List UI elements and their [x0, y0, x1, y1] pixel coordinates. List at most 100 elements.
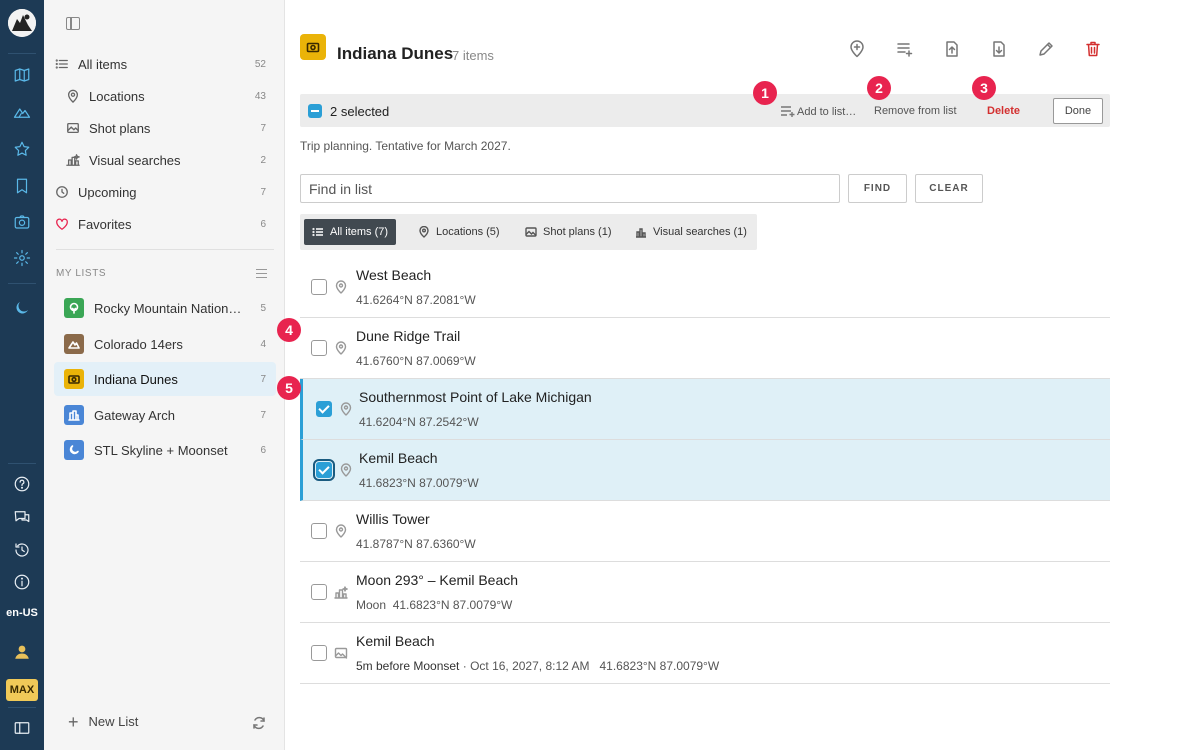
list-item-row[interactable]: Willis Tower 41.8787°N 87.6360°W — [300, 501, 1110, 562]
list-item-row[interactable]: Moon 293° – Kemil Beach Moon 41.6823°N 8… — [300, 562, 1110, 623]
item-count: 7 items — [452, 48, 494, 63]
tree-icon — [64, 298, 84, 318]
item-subtitle: 5m before Moonset · Oct 16, 2027, 8:12 A… — [356, 659, 719, 673]
tab-all-items[interactable]: All items (7) — [304, 219, 397, 245]
settings-gear-icon[interactable] — [10, 246, 34, 270]
item-name[interactable]: Kemil Beach — [356, 633, 435, 649]
sidebar-list-gateway-arch[interactable]: Gateway Arch 7 — [54, 398, 276, 432]
list-item-row[interactable]: Kemil Beach 5m before Moonset · Oct 16, … — [300, 623, 1110, 684]
callout-1: 1 — [753, 81, 777, 105]
callout-4: 4 — [277, 318, 301, 342]
list-item-row[interactable]: West Beach 41.6264°N 87.2081°W — [300, 257, 1110, 318]
sidebar-list-stl-skyline[interactable]: STL Skyline + Moonset 6 — [54, 433, 276, 467]
new-list-label: New List — [88, 714, 139, 729]
tab-visual-searches[interactable]: Visual searches (1) — [627, 219, 755, 245]
item-detail: · Oct 16, 2027, 8:12 AM — [462, 659, 590, 673]
row-checkbox[interactable] — [311, 279, 327, 295]
pin-icon — [334, 341, 348, 355]
item-coordinates: 41.6823°N 87.0079°W — [392, 598, 513, 612]
find-button[interactable]: FIND — [848, 174, 907, 203]
item-name[interactable]: Moon 293° – Kemil Beach — [356, 572, 518, 588]
sidebar-list-indiana-dunes[interactable]: Indiana Dunes 7 — [54, 362, 276, 396]
list-count: 6 — [260, 444, 266, 456]
edit-pencil-icon[interactable] — [1037, 40, 1055, 63]
profile-avatar[interactable] — [8, 9, 36, 37]
item-name[interactable]: Kemil Beach — [359, 450, 438, 466]
row-checkbox[interactable] — [311, 645, 327, 661]
star-icon[interactable] — [10, 137, 34, 161]
sidebar-item-favorites[interactable]: Favorites 6 — [54, 209, 276, 239]
sidebar-item-label: Favorites — [78, 216, 132, 232]
add-location-icon[interactable] — [848, 40, 866, 63]
tab-label: Locations (5) — [436, 226, 500, 238]
deselect-all-checkbox[interactable] — [308, 104, 322, 118]
page-title: Indiana Dunes — [337, 44, 454, 63]
map-icon[interactable] — [10, 63, 34, 87]
list-item-row-selected[interactable]: Kemil Beach 41.6823°N 87.0079°W — [300, 440, 1110, 501]
sidebar-item-label: Shot plans — [89, 120, 151, 136]
list-item-row[interactable]: Dune Ridge Trail 41.6760°N 87.0069°W — [300, 318, 1110, 379]
pin-icon — [334, 280, 348, 294]
callout-2: 2 — [867, 76, 891, 100]
row-checkbox-checked[interactable] — [316, 401, 332, 417]
sidebar-item-count: 2 — [260, 154, 266, 166]
mountains-icon[interactable] — [10, 100, 34, 124]
add-to-list-button[interactable]: Add to list… — [780, 105, 856, 118]
delete-button[interactable]: Delete — [987, 105, 1020, 117]
selection-count: 2 selected — [330, 104, 390, 119]
import-icon[interactable] — [990, 40, 1008, 63]
sidebar-item-all-items[interactable]: All items 52 — [54, 49, 276, 79]
moon-icon[interactable] — [10, 296, 34, 320]
sidebar-item-visual-searches[interactable]: Visual searches 2 — [65, 145, 276, 175]
history-icon[interactable] — [10, 538, 34, 562]
refresh-icon[interactable] — [252, 716, 266, 730]
camera-icon[interactable] — [10, 210, 34, 234]
export-icon[interactable] — [943, 40, 961, 63]
locale-label[interactable]: en-US — [0, 607, 44, 619]
item-name[interactable]: Willis Tower — [356, 511, 430, 527]
sidebar-list-colorado-14ers[interactable]: Colorado 14ers 4 — [54, 327, 276, 361]
sidebar-item-locations[interactable]: Locations 43 — [65, 81, 276, 111]
help-icon[interactable] — [10, 472, 34, 496]
add-to-list-icon[interactable] — [896, 40, 914, 63]
remove-from-list-button[interactable]: Remove from list — [874, 105, 957, 117]
sidebar-list-rocky-mountain[interactable]: Rocky Mountain National Park 5 — [54, 291, 276, 325]
clear-button[interactable]: CLEAR — [915, 174, 983, 203]
chat-icon[interactable] — [10, 505, 34, 529]
add-to-list-label: Add to list… — [797, 106, 857, 118]
plan-badge: MAX — [6, 679, 38, 701]
heart-icon — [54, 216, 70, 232]
sidebar-item-count: 52 — [254, 58, 266, 70]
new-list-button[interactable]: + New List — [68, 713, 139, 731]
row-checkbox[interactable] — [311, 523, 327, 539]
find-in-list-input[interactable] — [300, 174, 840, 203]
my-lists-header: MY LISTS — [56, 268, 107, 279]
sidebar-item-shot-plans[interactable]: Shot plans 7 — [65, 113, 276, 143]
tab-shot-plans[interactable]: Shot plans (1) — [517, 219, 619, 245]
list-name: Rocky Mountain National Park — [94, 300, 244, 316]
item-coordinates: 41.6204°N 87.2542°W — [359, 415, 479, 429]
bookmark-icon[interactable] — [10, 174, 34, 198]
done-button[interactable]: Done — [1053, 98, 1103, 124]
pin-icon — [419, 226, 429, 238]
camera-icon — [300, 34, 326, 60]
row-checkbox[interactable] — [311, 584, 327, 600]
info-icon[interactable] — [10, 570, 34, 594]
image-icon — [334, 646, 348, 660]
moon-icon — [64, 440, 84, 460]
item-name[interactable]: West Beach — [356, 267, 431, 283]
callout-5: 5 — [277, 376, 301, 400]
sidebar-item-upcoming[interactable]: Upcoming 7 — [54, 177, 276, 207]
trash-icon[interactable] — [1084, 40, 1102, 63]
row-checkbox-checked[interactable] — [313, 459, 335, 481]
list-item-row-selected[interactable]: Southernmost Point of Lake Michigan 41.6… — [300, 379, 1110, 440]
tab-locations[interactable]: Locations (5) — [410, 219, 508, 245]
image-icon — [525, 227, 537, 237]
row-checkbox[interactable] — [311, 340, 327, 356]
item-name[interactable]: Southernmost Point of Lake Michigan — [359, 389, 592, 405]
sidebar-toggle-icon[interactable] — [10, 716, 34, 740]
reorder-lists-icon[interactable] — [256, 269, 267, 278]
user-icon[interactable] — [10, 640, 34, 664]
item-name[interactable]: Dune Ridge Trail — [356, 328, 460, 344]
collapse-sidebar-icon[interactable] — [66, 17, 80, 30]
